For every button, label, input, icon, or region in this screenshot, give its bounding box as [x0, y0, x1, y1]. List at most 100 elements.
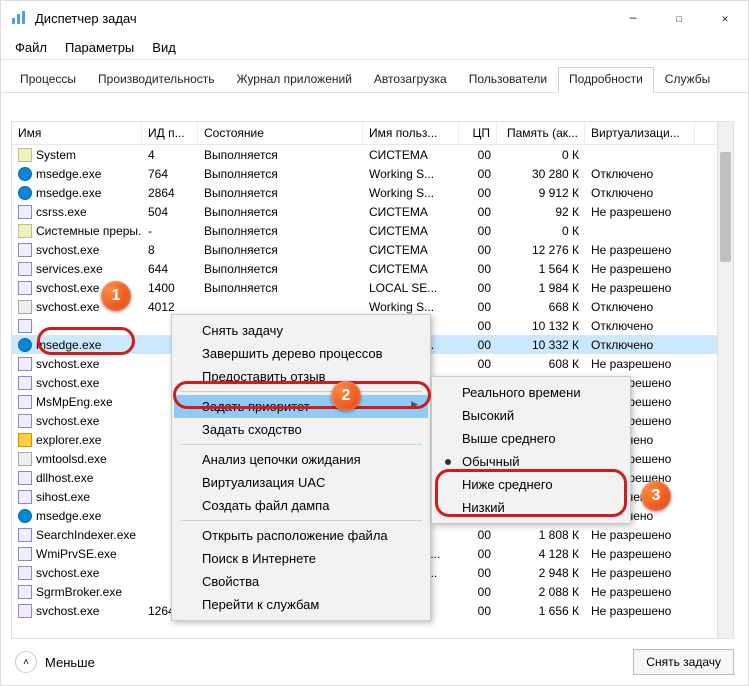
table-row[interactable]: msedge.exe764ВыполняетсяWorking S...0030… [12, 164, 733, 183]
process-status: Выполняется [198, 224, 363, 238]
process-icon [18, 243, 32, 257]
col-memory[interactable]: Память (ак... [497, 122, 585, 144]
priority-realtime[interactable]: Реального времени [434, 381, 628, 404]
table-row[interactable]: services.exe644ВыполняетсяСИСТЕМА001 564… [12, 259, 733, 278]
col-virtualization[interactable]: Виртуализаци... [585, 122, 695, 144]
tab-details[interactable]: Подробности [558, 67, 654, 93]
table-row[interactable]: csrss.exe504ВыполняетсяСИСТЕМА0092 КНе р… [12, 202, 733, 221]
process-memory: 1 656 К [497, 604, 585, 618]
process-status: Выполняется [198, 243, 363, 257]
process-icon [18, 528, 32, 542]
menu-file[interactable]: Файл [15, 40, 47, 55]
process-name: msedge.exe [36, 186, 101, 200]
ctx-set-affinity[interactable]: Задать сходство [174, 418, 428, 441]
ctx-set-priority[interactable]: Задать приоритет [174, 395, 428, 418]
context-menu: Снять задачу Завершить дерево процессов … [171, 314, 431, 621]
priority-below-normal[interactable]: Ниже среднего [434, 473, 628, 496]
col-status[interactable]: Состояние [198, 122, 363, 144]
table-row[interactable]: System4ВыполняетсяСИСТЕМА000 К [12, 145, 733, 164]
tab-processes[interactable]: Процессы [9, 67, 87, 93]
process-name: sihost.exe [36, 490, 90, 504]
process-name: svchost.exe [36, 300, 99, 314]
process-memory: 10 332 К [497, 338, 585, 352]
process-user: СИСТЕМА [363, 262, 459, 276]
process-cpu: 00 [459, 319, 497, 333]
col-pid[interactable]: ИД п... [142, 122, 198, 144]
process-cpu: 00 [459, 262, 497, 276]
process-virtualization: Не разрешено [585, 357, 695, 371]
process-cpu: 00 [459, 528, 497, 542]
chevron-up-icon: ˄ [15, 651, 37, 673]
ctx-feedback[interactable]: Предоставить отзыв [174, 365, 428, 388]
tab-app-history[interactable]: Журнал приложений [226, 67, 363, 93]
process-virtualization: Отключено [585, 319, 695, 333]
scrollbar[interactable] [717, 122, 733, 638]
ctx-search-online[interactable]: Поиск в Интернете [174, 547, 428, 570]
ctx-create-dump[interactable]: Создать файл дампа [174, 494, 428, 517]
process-cpu: 00 [459, 300, 497, 314]
process-name: MsMpEng.exe [36, 395, 113, 409]
process-name: svchost.exe [36, 566, 99, 580]
priority-above-normal[interactable]: Выше среднего [434, 427, 628, 450]
col-user[interactable]: Имя польз... [363, 122, 459, 144]
process-user: Working S... [363, 300, 459, 314]
process-status: Выполняется [198, 262, 363, 276]
process-icon [18, 509, 32, 523]
ctx-analyze-wait[interactable]: Анализ цепочки ожидания [174, 448, 428, 471]
priority-high[interactable]: Высокий [434, 404, 628, 427]
table-row[interactable]: svchost.exe8ВыполняетсяСИСТЕМА0012 276 К… [12, 240, 733, 259]
col-name[interactable]: Имя [12, 122, 142, 144]
process-icon [18, 490, 32, 504]
process-icon [18, 452, 32, 466]
process-memory: 10 132 К [497, 319, 585, 333]
process-cpu: 00 [459, 243, 497, 257]
tab-services[interactable]: Службы [654, 67, 721, 93]
table-row[interactable]: Системные преры...-ВыполняетсяСИСТЕМА000… [12, 221, 733, 240]
fewer-details-button[interactable]: ˄ Меньше [15, 651, 95, 673]
process-virtualization: Не разрешено [585, 566, 695, 580]
process-icon [18, 300, 32, 314]
process-pid: 8 [142, 243, 198, 257]
ctx-uac-virtualization[interactable]: Виртуализация UAC [174, 471, 428, 494]
tab-performance[interactable]: Производительность [87, 67, 225, 93]
process-cpu: 00 [459, 604, 497, 618]
process-cpu: 00 [459, 167, 497, 181]
priority-normal[interactable]: Обычный [434, 450, 628, 473]
ctx-open-location[interactable]: Открыть расположение файла [174, 524, 428, 547]
process-memory: 1 808 К [497, 528, 585, 542]
process-icon [18, 471, 32, 485]
process-virtualization: Не разрешено [585, 604, 695, 618]
process-user: СИСТЕМА [363, 148, 459, 162]
close-button[interactable]: ✕ [702, 1, 748, 35]
process-name: svchost.exe [36, 243, 99, 257]
ctx-goto-services[interactable]: Перейти к службам [174, 593, 428, 616]
menu-bar: Файл Параметры Вид [1, 35, 748, 59]
process-cpu: 00 [459, 281, 497, 295]
ctx-properties[interactable]: Свойства [174, 570, 428, 593]
process-cpu: 00 [459, 338, 497, 352]
process-icon [18, 433, 32, 447]
process-status: Выполняется [198, 186, 363, 200]
ctx-end-task[interactable]: Снять задачу [174, 319, 428, 342]
end-task-button[interactable]: Снять задачу [633, 649, 734, 675]
priority-low[interactable]: Низкий [434, 496, 628, 519]
scroll-thumb[interactable] [720, 152, 731, 262]
process-virtualization: Не разрешено [585, 528, 695, 542]
col-cpu[interactable]: ЦП [459, 122, 497, 144]
menu-view[interactable]: Вид [152, 40, 176, 55]
process-name: msedge.exe [36, 167, 101, 181]
process-virtualization: Не разрешено [585, 262, 695, 276]
process-cpu: 00 [459, 547, 497, 561]
process-virtualization: Отключено [585, 300, 695, 314]
menu-options[interactable]: Параметры [65, 40, 134, 55]
tabs: Процессы Производительность Журнал прило… [1, 60, 748, 93]
ctx-end-tree[interactable]: Завершить дерево процессов [174, 342, 428, 365]
table-row[interactable]: msedge.exe2864ВыполняетсяWorking S...009… [12, 183, 733, 202]
tab-startup[interactable]: Автозагрузка [363, 67, 458, 93]
maximize-button[interactable]: ☐ [656, 1, 702, 35]
process-name: vmtoolsd.exe [36, 452, 107, 466]
tab-users[interactable]: Пользователи [458, 67, 558, 93]
minimize-button[interactable]: ─ [610, 1, 656, 35]
process-status: Выполняется [198, 205, 363, 219]
process-user: Working S... [363, 186, 459, 200]
